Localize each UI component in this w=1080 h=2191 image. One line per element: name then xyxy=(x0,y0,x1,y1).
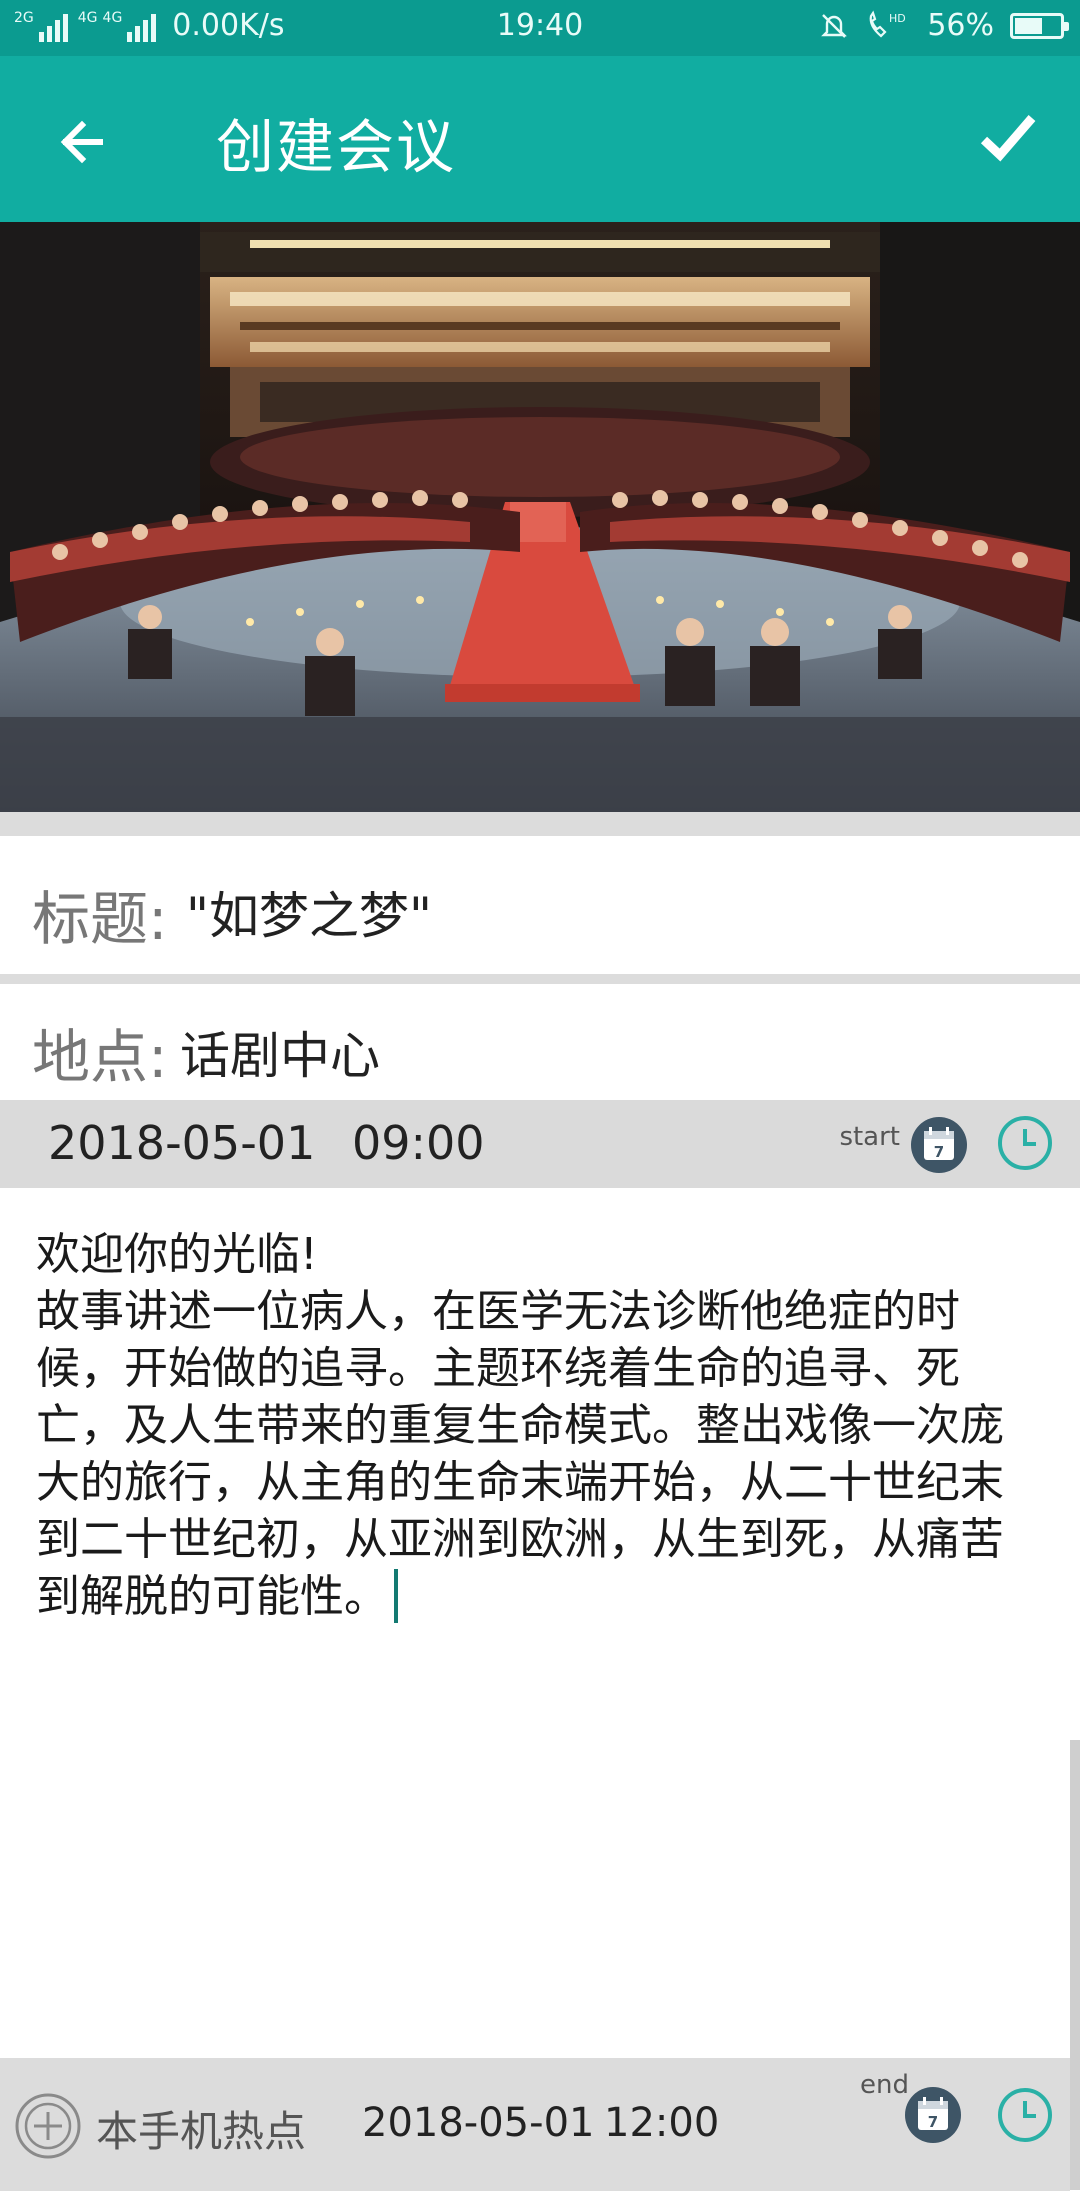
status-bar: 2G 4G 4G 0.00K/s 19:40 HD 56% xyxy=(0,0,1080,56)
location-field[interactable]: 地点: 话剧中心 xyxy=(0,984,1080,1100)
battery-icon xyxy=(1010,12,1069,39)
add-circle-icon[interactable] xyxy=(14,2092,82,2160)
svg-text:7: 7 xyxy=(934,1143,944,1161)
battery-percent: 56% xyxy=(927,8,994,43)
calendar-icon[interactable]: 7 xyxy=(910,1116,968,1174)
clock-icon[interactable] xyxy=(996,2086,1054,2144)
svg-text:HD: HD xyxy=(889,12,906,25)
end-time[interactable]: 12:00 xyxy=(604,2100,719,2146)
location-label: 地点: xyxy=(32,1023,168,1091)
svg-text:7: 7 xyxy=(928,2113,938,2131)
end-tag: end xyxy=(860,2070,909,2100)
description-textarea[interactable]: 欢迎你的光临! 故事讲述一位病人，在医学无法诊断他绝症的时候，开始做的追寻。主题… xyxy=(36,1226,1026,1625)
start-tag: start xyxy=(839,1122,900,1152)
hd-call-icon: HD xyxy=(869,10,906,37)
end-date[interactable]: 2018-05-01 xyxy=(362,2100,594,2146)
hotspot-label[interactable]: 本手机热点 xyxy=(96,2098,306,2159)
page-title: 创建会议 xyxy=(216,113,457,181)
app-bar: 创建会议 xyxy=(0,56,1080,222)
start-date[interactable]: 2018-05-01 xyxy=(48,1116,315,1170)
theater-stage-photo xyxy=(0,222,1080,812)
section-divider xyxy=(0,812,1080,836)
checkmark-icon[interactable] xyxy=(978,108,1038,168)
text-caret xyxy=(394,1569,398,1623)
location-value[interactable]: 话剧中心 xyxy=(180,1016,380,1088)
calendar-icon[interactable]: 7 xyxy=(904,2086,962,2144)
status-right: HD 56% xyxy=(819,8,1069,43)
title-value[interactable]: "如梦之梦" xyxy=(186,876,432,948)
arrow-left-icon[interactable] xyxy=(54,112,114,172)
title-label: 标题: xyxy=(32,885,168,953)
start-datetime-row: 2018-05-01 09:00 start 7 xyxy=(0,1100,1080,1188)
clock-icon[interactable] xyxy=(996,1114,1054,1172)
title-field[interactable]: 标题: "如梦之梦" xyxy=(0,836,1080,974)
description-text: 欢迎你的光临! 故事讲述一位病人，在医学无法诊断他绝症的时候，开始做的追寻。主题… xyxy=(36,1229,1004,1622)
section-divider xyxy=(0,974,1080,984)
bottom-bar: 本手机热点 2018-05-01 12:00 end 7 xyxy=(0,2058,1070,2191)
start-time[interactable]: 09:00 xyxy=(352,1116,485,1170)
bell-muted-icon xyxy=(821,13,848,38)
event-cover-image[interactable] xyxy=(0,222,1080,812)
scrollbar[interactable] xyxy=(1070,1740,1080,2190)
